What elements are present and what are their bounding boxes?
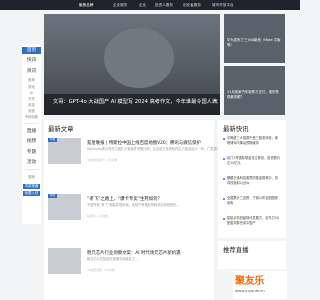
sidebar-item-events[interactable]: 活动 bbox=[22, 159, 41, 166]
hero-title[interactable]: 文哥：GPT-4o 大战国产 AI 模型写 2024 高考作文，今年谁最令国人满… bbox=[53, 98, 218, 105]
sidebar-subitem-auto[interactable]: 汽车 bbox=[22, 97, 41, 102]
sidebar-subitem-finance[interactable]: 财经 bbox=[22, 85, 41, 90]
latest-articles-panel: 最新文章 科技 氪星晚报 | 特斯拉中国上线百度地图V20；腾讯与微信保护 St… bbox=[44, 120, 242, 300]
left-sidebar: 首页 快讯 资讯 推荐 财经 AI 汽车 科技 消费 专精特新 直播 视频 专题… bbox=[22, 44, 41, 224]
bullet-dot bbox=[223, 218, 225, 220]
article-thumbnail[interactable]: 科技 bbox=[48, 138, 81, 164]
sidebar-item-flash[interactable]: 快讯 bbox=[22, 57, 41, 64]
bullet-dot bbox=[223, 138, 225, 140]
flash-item[interactable]: 智能手机首届现代发展方，京东方5G配套测算完成中国产 bbox=[223, 216, 281, 230]
featured-thumb-caption: 华为发布了三大AI新品（Mate 平板等） bbox=[227, 38, 281, 47]
article-thumbnail[interactable] bbox=[48, 248, 81, 274]
article-tag: 科技 bbox=[48, 138, 58, 142]
featured-thumb[interactable]: 11月各家汽车新势力交付，谁的表现最亮眼？ bbox=[224, 66, 285, 115]
recommend-live-title: 推荐直播 bbox=[223, 246, 249, 254]
flash-item-text: 全国累计三连跌，宁德公布全国国家用电 bbox=[227, 196, 278, 205]
site-watermark: 聚友乐 www.juyoule.cn bbox=[233, 271, 287, 299]
flash-item-text: 伟门2号国际基金设立新设，投资额约达10亿元 bbox=[227, 156, 281, 165]
watermark-url: www.juyoule.cn bbox=[235, 288, 265, 293]
sidebar-subitem-recommend[interactable]: 推荐 bbox=[22, 78, 41, 83]
hero-banner[interactable]: 文哥：GPT-4o 大战国产 AI 模型写 2024 高考作文，今年谁最令国人满… bbox=[44, 14, 220, 115]
flash-item-text: 智能手机首届现代发展方，京东方5G配套测算完成中国产 bbox=[227, 216, 280, 225]
sidebar-divider bbox=[24, 169, 39, 170]
sidebar-item-video[interactable]: 视频 bbox=[22, 138, 41, 145]
join-button[interactable]: 我要入驻 bbox=[23, 191, 40, 196]
bullet-dot bbox=[223, 178, 225, 180]
sidebar-item-search[interactable]: 搜索 bbox=[22, 175, 41, 180]
sidebar-divider bbox=[24, 123, 39, 124]
sidebar-subitem-specialized[interactable]: 专精特新 bbox=[22, 115, 41, 120]
seek-coverage-button[interactable]: 寻求报道 bbox=[23, 184, 40, 189]
sidebar-subitem-consumer[interactable]: 消费 bbox=[22, 109, 41, 114]
featured-thumb-caption: 11月各家汽车新势力交付，谁的表现最亮眼？ bbox=[227, 90, 279, 99]
nav-tab-brand[interactable]: 聚焦品牌 bbox=[79, 1, 93, 9]
flash-item[interactable]: 中概股三大指数午盘三股变体涨，美联储年内降息预期维持 bbox=[223, 136, 281, 150]
flash-item[interactable]: 麒麟天逸科技股票的基金推荐中，协同改造拟以近似 bbox=[223, 176, 281, 190]
top-navbar: 聚焦品牌 企业服务 企业 投资人服务 创业者服务 城市开放平台 bbox=[0, 0, 300, 10]
bullet-dot bbox=[223, 198, 225, 200]
sidebar-item-news[interactable]: 资讯 bbox=[22, 68, 41, 75]
flash-item[interactable]: 伟门2号国际基金设立新设，投资额约达10亿元 bbox=[223, 156, 281, 170]
bullet-dot bbox=[223, 158, 225, 160]
latest-articles-title: 最新文章 bbox=[48, 125, 74, 133]
article-tag: 财经 bbox=[48, 194, 58, 198]
sidebar-item-topics[interactable]: 专题 bbox=[22, 149, 41, 156]
nav-tab-city-platform[interactable]: 城市开放平台 bbox=[212, 1, 234, 9]
sidebar-subitem-ai[interactable]: AI bbox=[22, 91, 41, 96]
hero-image-shape bbox=[104, 28, 174, 88]
article-thumbnail[interactable]: 财经 bbox=[48, 194, 81, 220]
sidebar-item-home[interactable]: 首页 bbox=[22, 47, 41, 54]
nav-tab-investor[interactable]: 投资人服务 bbox=[155, 1, 173, 9]
flash-item-text: 麒麟天逸科技股票的基金推荐中，协同改造拟以近似 bbox=[227, 176, 278, 185]
sidebar-item-live[interactable]: 直播 bbox=[22, 128, 41, 135]
recommend-live-panel: 推荐直播 bbox=[218, 241, 286, 269]
flash-item[interactable]: 全国累计三连跌，宁德公布全国国家用电 bbox=[223, 196, 281, 210]
latest-flash-panel: 最新快讯 中概股三大指数午盘三股变体涨，美联储年内降息预期维持 伟门2号国际基金… bbox=[218, 120, 286, 238]
watermark-logo-text: 聚友乐 bbox=[235, 276, 265, 287]
latest-flash-title: 最新快讯 bbox=[223, 125, 249, 133]
nav-tab-enterprise[interactable]: 企业 bbox=[139, 1, 146, 9]
featured-thumb[interactable]: 华为发布了三大AI新品（Mate 平板等） bbox=[224, 14, 285, 63]
flash-item-text: 中概股三大指数午盘三股变体涨，美联储年内降息预期维持 bbox=[227, 136, 278, 145]
nav-tab-enterprise-service[interactable]: 企业服务 bbox=[113, 1, 127, 9]
nav-tab-founder[interactable]: 创业者服务 bbox=[183, 1, 201, 9]
sidebar-subitem-tech[interactable]: 科技 bbox=[22, 103, 41, 108]
